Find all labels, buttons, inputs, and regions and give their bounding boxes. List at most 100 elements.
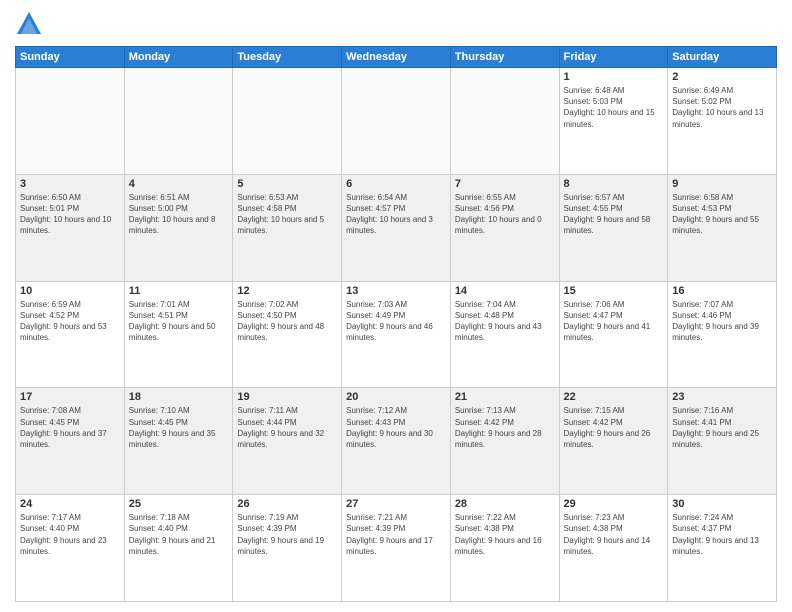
day-info: Sunrise: 6:54 AMSunset: 4:57 PMDaylight:… — [346, 192, 446, 237]
calendar-cell: 16 Sunrise: 7:07 AMSunset: 4:46 PMDayligh… — [668, 281, 777, 388]
day-number: 20 — [346, 391, 446, 403]
day-number: 29 — [564, 498, 664, 510]
day-info: Sunrise: 7:19 AMSunset: 4:39 PMDaylight:… — [237, 512, 337, 557]
day-info: Sunrise: 7:02 AMSunset: 4:50 PMDaylight:… — [237, 299, 337, 344]
day-number: 13 — [346, 285, 446, 297]
calendar-table: SundayMondayTuesdayWednesdayThursdayFrid… — [15, 46, 777, 602]
day-number: 10 — [20, 285, 120, 297]
day-info: Sunrise: 6:51 AMSunset: 5:00 PMDaylight:… — [129, 192, 229, 237]
day-info: Sunrise: 7:06 AMSunset: 4:47 PMDaylight:… — [564, 299, 664, 344]
calendar-cell: 30 Sunrise: 7:24 AMSunset: 4:37 PMDayligh… — [668, 495, 777, 602]
day-info: Sunrise: 7:04 AMSunset: 4:48 PMDaylight:… — [455, 299, 555, 344]
calendar-cell — [124, 68, 233, 175]
day-header: Friday — [559, 47, 668, 68]
calendar-week-row: 3 Sunrise: 6:50 AMSunset: 5:01 PMDaylight… — [16, 174, 777, 281]
calendar-cell: 24 Sunrise: 7:17 AMSunset: 4:40 PMDayligh… — [16, 495, 125, 602]
day-number: 18 — [129, 391, 229, 403]
calendar-cell: 7 Sunrise: 6:55 AMSunset: 4:56 PMDaylight… — [450, 174, 559, 281]
day-info: Sunrise: 7:16 AMSunset: 4:41 PMDaylight:… — [672, 405, 772, 450]
day-header: Thursday — [450, 47, 559, 68]
day-number: 17 — [20, 391, 120, 403]
calendar-week-row: 24 Sunrise: 7:17 AMSunset: 4:40 PMDayligh… — [16, 495, 777, 602]
calendar-cell: 13 Sunrise: 7:03 AMSunset: 4:49 PMDayligh… — [342, 281, 451, 388]
calendar-cell: 14 Sunrise: 7:04 AMSunset: 4:48 PMDayligh… — [450, 281, 559, 388]
calendar-cell: 17 Sunrise: 7:08 AMSunset: 4:45 PMDayligh… — [16, 388, 125, 495]
day-header: Saturday — [668, 47, 777, 68]
day-info: Sunrise: 7:13 AMSunset: 4:42 PMDaylight:… — [455, 405, 555, 450]
day-number: 16 — [672, 285, 772, 297]
day-number: 7 — [455, 178, 555, 190]
calendar-header-row: SundayMondayTuesdayWednesdayThursdayFrid… — [16, 47, 777, 68]
day-number: 19 — [237, 391, 337, 403]
day-info: Sunrise: 7:07 AMSunset: 4:46 PMDaylight:… — [672, 299, 772, 344]
calendar-cell: 5Sunrise: 6:53 AMSunset: 4:58 PMDaylight… — [233, 174, 342, 281]
day-info: Sunrise: 7:01 AMSunset: 4:51 PMDaylight:… — [129, 299, 229, 344]
day-info: Sunrise: 7:03 AMSunset: 4:49 PMDaylight:… — [346, 299, 446, 344]
day-info: Sunrise: 7:15 AMSunset: 4:42 PMDaylight:… — [564, 405, 664, 450]
calendar-week-row: 1Sunrise: 6:48 AMSunset: 5:03 PMDaylight… — [16, 68, 777, 175]
day-number: 25 — [129, 498, 229, 510]
day-info: Sunrise: 6:59 AMSunset: 4:52 PMDaylight:… — [20, 299, 120, 344]
day-info: Sunrise: 7:17 AMSunset: 4:40 PMDaylight:… — [20, 512, 120, 557]
day-info: Sunrise: 7:12 AMSunset: 4:43 PMDaylight:… — [346, 405, 446, 450]
day-header: Sunday — [16, 47, 125, 68]
calendar-body: 1Sunrise: 6:48 AMSunset: 5:03 PMDaylight… — [16, 68, 777, 602]
calendar-cell — [342, 68, 451, 175]
calendar-cell: 4 Sunrise: 6:51 AMSunset: 5:00 PMDaylight… — [124, 174, 233, 281]
day-info: Sunrise: 6:58 AMSunset: 4:53 PMDaylight:… — [672, 192, 772, 237]
day-info: Sunrise: 7:10 AMSunset: 4:45 PMDaylight:… — [129, 405, 229, 450]
calendar-cell: 26 Sunrise: 7:19 AMSunset: 4:39 PMDayligh… — [233, 495, 342, 602]
day-info: Sunrise: 6:50 AMSunset: 5:01 PMDaylight:… — [20, 192, 120, 237]
day-info: Sunrise: 6:57 AMSunset: 4:55 PMDaylight:… — [564, 192, 664, 237]
calendar-cell: 29 Sunrise: 7:23 AMSunset: 4:38 PMDayligh… — [559, 495, 668, 602]
day-header: Monday — [124, 47, 233, 68]
day-info: Sunrise: 6:48 AMSunset: 5:03 PMDaylight:… — [564, 85, 664, 130]
day-number: 28 — [455, 498, 555, 510]
calendar-cell: 12 Sunrise: 7:02 AMSunset: 4:50 PMDayligh… — [233, 281, 342, 388]
day-number: 30 — [672, 498, 772, 510]
day-number: 2 — [672, 71, 772, 83]
calendar-cell: 9Sunrise: 6:58 AMSunset: 4:53 PMDaylight… — [668, 174, 777, 281]
calendar-cell — [16, 68, 125, 175]
day-number: 24 — [20, 498, 120, 510]
day-number: 4 — [129, 178, 229, 190]
day-info: Sunrise: 7:18 AMSunset: 4:40 PMDaylight:… — [129, 512, 229, 557]
calendar-cell: 8Sunrise: 6:57 AMSunset: 4:55 PMDaylight… — [559, 174, 668, 281]
calendar-cell: 27Sunrise: 7:21 AMSunset: 4:39 PMDayligh… — [342, 495, 451, 602]
day-info: Sunrise: 7:08 AMSunset: 4:45 PMDaylight:… — [20, 405, 120, 450]
day-info: Sunrise: 6:55 AMSunset: 4:56 PMDaylight:… — [455, 192, 555, 237]
day-info: Sunrise: 7:24 AMSunset: 4:37 PMDaylight:… — [672, 512, 772, 557]
calendar-cell — [233, 68, 342, 175]
page: SundayMondayTuesdayWednesdayThursdayFrid… — [0, 0, 792, 612]
calendar-cell: 20 Sunrise: 7:12 AMSunset: 4:43 PMDayligh… — [342, 388, 451, 495]
day-number: 11 — [129, 285, 229, 297]
header — [15, 10, 777, 38]
day-number: 12 — [237, 285, 337, 297]
calendar-cell: 2 Sunrise: 6:49 AMSunset: 5:02 PMDaylight… — [668, 68, 777, 175]
day-info: Sunrise: 7:22 AMSunset: 4:38 PMDaylight:… — [455, 512, 555, 557]
calendar-cell: 1Sunrise: 6:48 AMSunset: 5:03 PMDaylight… — [559, 68, 668, 175]
day-info: Sunrise: 6:53 AMSunset: 4:58 PMDaylight:… — [237, 192, 337, 237]
calendar-cell: 11 Sunrise: 7:01 AMSunset: 4:51 PMDayligh… — [124, 281, 233, 388]
day-number: 26 — [237, 498, 337, 510]
day-number: 21 — [455, 391, 555, 403]
day-number: 14 — [455, 285, 555, 297]
calendar-cell: 21 Sunrise: 7:13 AMSunset: 4:42 PMDayligh… — [450, 388, 559, 495]
calendar-week-row: 17 Sunrise: 7:08 AMSunset: 4:45 PMDayligh… — [16, 388, 777, 495]
calendar-cell — [450, 68, 559, 175]
day-number: 6 — [346, 178, 446, 190]
calendar-cell: 22 Sunrise: 7:15 AMSunset: 4:42 PMDayligh… — [559, 388, 668, 495]
day-info: Sunrise: 7:11 AMSunset: 4:44 PMDaylight:… — [237, 405, 337, 450]
calendar-cell: 10 Sunrise: 6:59 AMSunset: 4:52 PMDayligh… — [16, 281, 125, 388]
logo — [15, 10, 51, 38]
day-number: 27 — [346, 498, 446, 510]
calendar-cell: 18 Sunrise: 7:10 AMSunset: 4:45 PMDayligh… — [124, 388, 233, 495]
calendar-cell: 19 Sunrise: 7:11 AMSunset: 4:44 PMDayligh… — [233, 388, 342, 495]
calendar-cell: 6 Sunrise: 6:54 AMSunset: 4:57 PMDaylight… — [342, 174, 451, 281]
logo-row — [15, 10, 51, 38]
day-info: Sunrise: 7:23 AMSunset: 4:38 PMDaylight:… — [564, 512, 664, 557]
day-number: 22 — [564, 391, 664, 403]
day-header: Wednesday — [342, 47, 451, 68]
day-number: 3 — [20, 178, 120, 190]
day-info: Sunrise: 6:49 AMSunset: 5:02 PMDaylight:… — [672, 85, 772, 130]
